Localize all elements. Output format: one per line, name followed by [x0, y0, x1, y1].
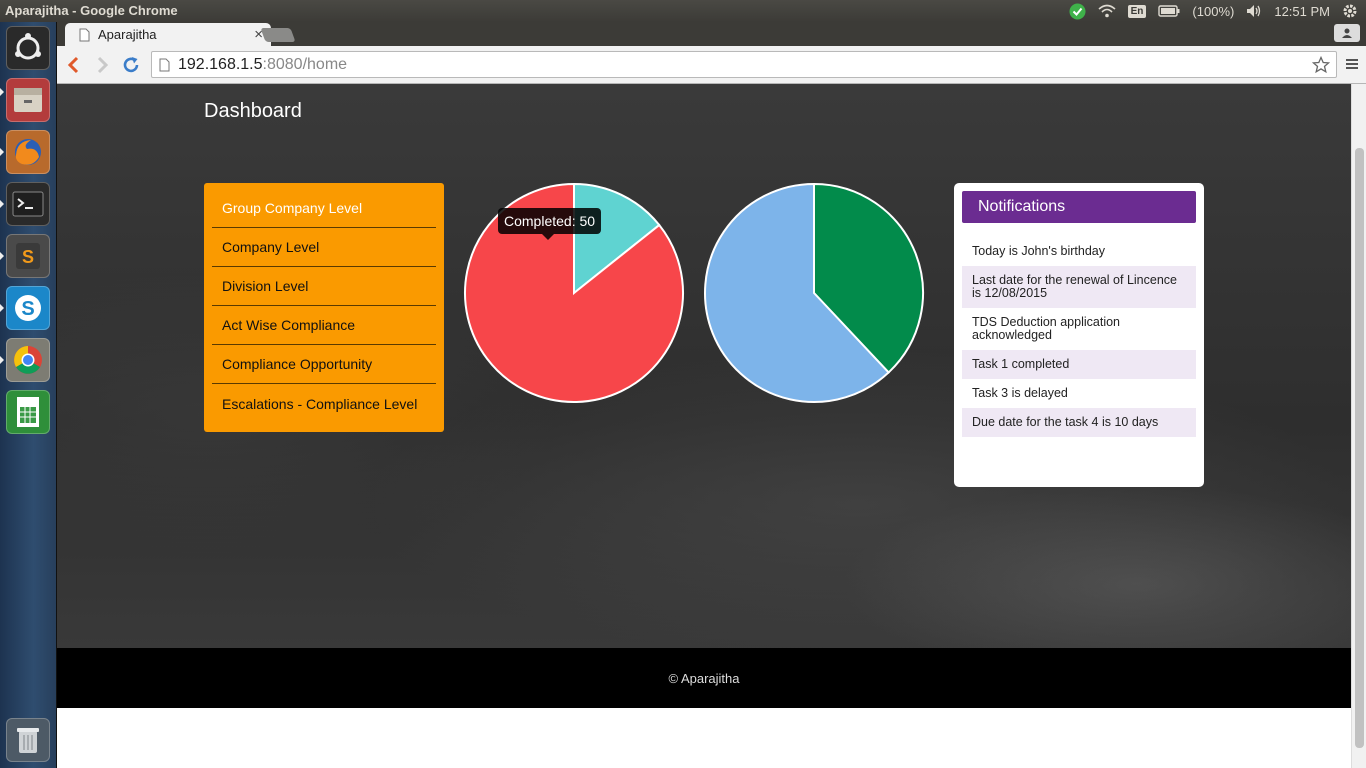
- notifications-panel: Notifications Today is John's birthday L…: [954, 183, 1204, 487]
- menu-item-escalations-compliance-level[interactable]: Escalations - Compliance Level: [212, 384, 436, 423]
- level-menu: Group Company Level Company Level Divisi…: [204, 183, 444, 432]
- system-tray: En (100%) 12:51 PM: [1069, 0, 1358, 22]
- tab-title: Aparajitha: [98, 27, 157, 42]
- footer-copyright: © Aparajitha: [668, 670, 740, 686]
- svg-text:S: S: [21, 298, 34, 320]
- tab-strip: Aparajitha ×: [57, 22, 1366, 46]
- battery-percentage: (100%): [1192, 3, 1235, 19]
- spreadsheet-icon[interactable]: [6, 390, 50, 434]
- keyboard-language-indicator[interactable]: En: [1127, 4, 1147, 18]
- back-arrow-icon[interactable]: [62, 54, 84, 76]
- chrome-icon[interactable]: [6, 338, 50, 382]
- page-scrollbar[interactable]: [1351, 84, 1366, 768]
- firefox-icon[interactable]: [6, 130, 50, 174]
- running-indicator: [0, 88, 4, 96]
- page-icon: [79, 28, 90, 41]
- notification-item: TDS Deduction application acknowledged: [972, 315, 1120, 342]
- sublime-text-icon[interactable]: S: [6, 234, 50, 278]
- running-indicator: [0, 148, 4, 156]
- running-indicator: [0, 252, 4, 260]
- running-indicator: [0, 304, 4, 312]
- svg-text:S: S: [22, 247, 34, 267]
- new-tab-button[interactable]: [260, 28, 296, 42]
- dash-home-icon[interactable]: [6, 26, 50, 70]
- notification-item: Last date for the renewal of Lincence is…: [962, 266, 1196, 308]
- menu-item-compliance-opportunity[interactable]: Compliance Opportunity: [212, 345, 436, 384]
- settings-gear-icon[interactable]: [1342, 2, 1358, 20]
- trash-icon[interactable]: [6, 718, 50, 762]
- notification-item: Due date for the task 4 is 10 days: [962, 408, 1196, 437]
- notifications-list: Today is John's birthday Last date for t…: [962, 237, 1196, 437]
- terminal-icon[interactable]: [6, 182, 50, 226]
- scrollbar-thumb[interactable]: [1355, 148, 1364, 748]
- running-indicator: [0, 356, 4, 364]
- system-top-panel: Aparajitha - Google Chrome En (100%) 12:…: [0, 0, 1366, 22]
- pie-chart-status[interactable]: [703, 182, 925, 404]
- tab-aparajitha[interactable]: Aparajitha ×: [65, 23, 271, 46]
- reload-icon[interactable]: [120, 54, 142, 76]
- volume-icon[interactable]: [1246, 2, 1262, 20]
- profile-icon[interactable]: [1334, 24, 1360, 42]
- url-path: :8080/home: [262, 55, 348, 73]
- wifi-icon[interactable]: [1098, 2, 1116, 20]
- notification-item: Task 3 is delayed: [972, 386, 1068, 400]
- update-check-icon[interactable]: [1069, 2, 1086, 20]
- page-title: Dashboard: [204, 100, 302, 122]
- browser-toolbar: 192.168.1.5:8080/home: [57, 46, 1366, 84]
- page-viewport: Dashboard Group Company Level Company Le…: [57, 84, 1351, 768]
- notifications-title: Notifications: [962, 191, 1196, 223]
- unity-launcher: S S: [0, 22, 57, 768]
- running-indicator: [0, 200, 4, 208]
- menu-item-division-level[interactable]: Division Level: [212, 267, 436, 306]
- window-title: Aparajitha - Google Chrome: [5, 3, 178, 18]
- notification-item: Task 1 completed: [962, 350, 1196, 379]
- footer: © Aparajitha: [57, 648, 1351, 708]
- address-bar[interactable]: 192.168.1.5:8080/home: [151, 51, 1337, 78]
- clock[interactable]: 12:51 PM: [1274, 4, 1330, 19]
- battery-icon[interactable]: [1158, 2, 1180, 20]
- browser-window: Aparajitha × 192.168.1.5:8080/home Dashb…: [57, 22, 1366, 768]
- notification-item: Today is John's birthday: [972, 244, 1106, 258]
- chart-tooltip: Completed: 50: [498, 208, 602, 240]
- bookmark-star-icon[interactable]: [1312, 56, 1330, 74]
- menu-item-group-company-level[interactable]: Group Company Level: [212, 189, 436, 228]
- menu-item-act-wise-compliance[interactable]: Act Wise Compliance: [212, 306, 436, 345]
- dashboard-section: Dashboard Group Company Level Company Le…: [57, 84, 1351, 648]
- page-info-icon[interactable]: [159, 58, 170, 72]
- url-host: 192.168.1.5: [178, 55, 263, 73]
- skype-icon[interactable]: S: [6, 286, 50, 330]
- forward-arrow-icon[interactable]: [92, 54, 114, 76]
- chrome-menu-icon[interactable]: [1344, 56, 1360, 72]
- files-icon[interactable]: [6, 78, 50, 122]
- menu-item-company-level[interactable]: Company Level: [212, 228, 436, 267]
